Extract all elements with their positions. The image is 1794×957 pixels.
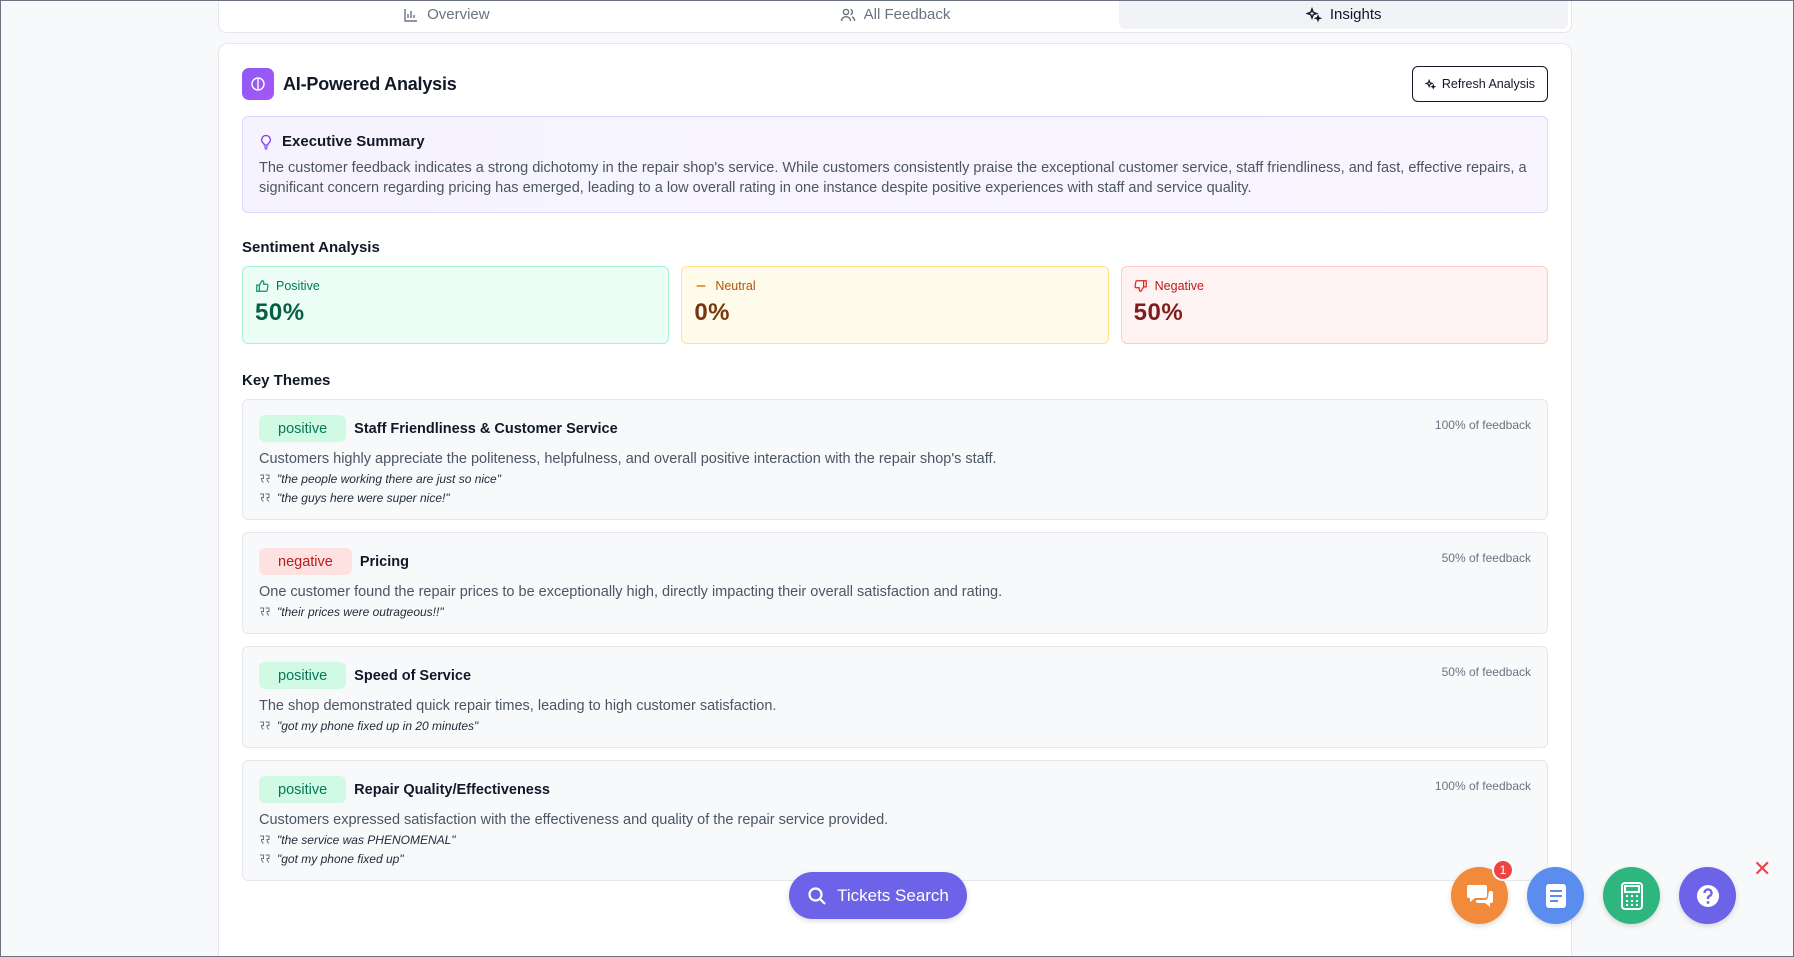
sentiment-neutral-card: Neutral 0%: [681, 266, 1109, 344]
notification-badge: 1: [1492, 859, 1514, 881]
help-button[interactable]: [1679, 867, 1736, 924]
sentiment-pill: positive: [259, 662, 347, 689]
sparkles-icon: [1424, 78, 1436, 90]
theme-percentage: 50% of feedback: [1441, 665, 1531, 679]
theme-name: Staff Friendliness & Customer Service: [354, 420, 618, 437]
thumbs-up-icon: [256, 280, 269, 292]
close-icon[interactable]: ✕: [1753, 858, 1771, 880]
sentiment-row: Positive 50% Neutral 0% Negative 50%: [242, 266, 1548, 344]
lightbulb-icon: [261, 134, 271, 149]
theme-percentage: 100% of feedback: [1434, 779, 1531, 793]
sentiment-negative-label: Negative: [1154, 279, 1204, 293]
sentiment-pill: negative: [259, 548, 352, 575]
sentiment-positive-card: Positive 50%: [242, 266, 670, 344]
sparkles-icon: [1305, 6, 1322, 22]
theme-quote: "their prices were outrageous!!": [259, 605, 1531, 619]
theme-quote: "the service was PHENOMENAL": [259, 833, 1531, 847]
theme-item: positive Repair Quality/Effectiveness 10…: [242, 760, 1548, 881]
analysis-header: AI-Powered Analysis Refresh Analysis: [242, 66, 1548, 102]
chat-button[interactable]: 1: [1451, 859, 1514, 924]
theme-name: Speed of Service: [354, 667, 472, 684]
quote-text: "the guys here were super nice!": [277, 491, 450, 505]
sentiment-neutral-label: Neutral: [715, 279, 756, 293]
quote-text: "their prices were outrageous!!": [277, 605, 444, 619]
quote-text: "the service was PHENOMENAL": [277, 833, 456, 847]
tab-all-feedback[interactable]: All Feedback: [671, 0, 1120, 29]
theme-quote: "the people working there are just so ni…: [259, 472, 1531, 486]
analysis-title: AI-Powered Analysis: [283, 73, 457, 94]
sentiment-pill: positive: [259, 415, 347, 442]
tab-label: Overview: [427, 6, 490, 23]
search-icon: [808, 886, 826, 905]
theme-quote: "got my phone fixed up": [259, 852, 1531, 866]
theme-quote: "got my phone fixed up in 20 minutes": [259, 719, 1531, 733]
sentiment-positive-label: Positive: [276, 279, 320, 293]
help-icon: [1696, 884, 1719, 907]
quote-icon: [260, 854, 270, 863]
tickets-search-label: Tickets Search: [837, 885, 949, 905]
analysis-card: AI-Powered Analysis Refresh Analysis Exe…: [218, 43, 1572, 957]
sentiment-neutral-value: 0%: [694, 299, 731, 326]
theme-description: Customers highly appreciate the politene…: [259, 451, 997, 467]
quote-icon: [260, 835, 270, 844]
main-container: Overview All Feedback Insights AI-Powere…: [218, 0, 1572, 957]
tab-label: Insights: [1329, 6, 1382, 23]
theme-description: The shop demonstrated quick repair times…: [259, 698, 777, 714]
executive-summary-title: Executive Summary: [282, 133, 425, 150]
calculator-button[interactable]: [1603, 867, 1660, 924]
tickets-search-button[interactable]: Tickets Search: [789, 872, 967, 919]
chat-icon: [1466, 884, 1493, 907]
theme-description: Customers expressed satisfaction with th…: [259, 812, 889, 828]
notes-button[interactable]: [1527, 867, 1584, 924]
tab-insights[interactable]: Insights: [1119, 0, 1569, 29]
sentiment-positive-value: 50%: [255, 299, 305, 326]
executive-summary: Executive Summary The customer feedback …: [242, 116, 1548, 213]
sentiment-pill: positive: [259, 776, 347, 803]
theme-quote: "the guys here were super nice!": [259, 491, 1531, 505]
theme-item: negative Pricing 50% of feedback One cus…: [242, 532, 1548, 634]
quote-text: "got my phone fixed up in 20 minutes": [277, 719, 479, 733]
quote-icon: [260, 607, 270, 616]
sentiment-negative-card: Negative 50%: [1120, 266, 1548, 344]
quote-icon: [260, 721, 270, 730]
theme-item: positive Staff Friendliness & Customer S…: [242, 399, 1548, 520]
tab-bar: Overview All Feedback Insights: [218, 0, 1572, 33]
key-themes-title: Key Themes: [242, 372, 331, 389]
quote-icon: [260, 474, 270, 483]
tab-overview[interactable]: Overview: [222, 0, 671, 29]
quote-text: "got my phone fixed up": [277, 852, 404, 866]
users-icon: [840, 8, 855, 21]
sentiment-title: Sentiment Analysis: [242, 239, 380, 256]
sentiment-negative-value: 50%: [1133, 299, 1184, 326]
quote-text: "the people working there are just so ni…: [277, 472, 501, 486]
theme-name: Repair Quality/Effectiveness: [354, 781, 550, 798]
bar-chart-icon: [404, 8, 418, 22]
executive-summary-text: The customer feedback indicates a strong…: [259, 160, 1527, 196]
theme-percentage: 50% of feedback: [1441, 551, 1531, 565]
theme-description: One customer found the repair prices to …: [259, 584, 1003, 600]
brain-icon: [242, 68, 274, 100]
quote-icon: [260, 493, 270, 502]
thumbs-down-icon: [1134, 280, 1147, 292]
themes-list: positive Staff Friendliness & Customer S…: [242, 399, 1548, 881]
refresh-analysis-button[interactable]: Refresh Analysis: [1411, 66, 1548, 102]
refresh-label: Refresh Analysis: [1441, 77, 1535, 91]
document-icon: [1545, 883, 1566, 908]
theme-item: positive Speed of Service 50% of feedbac…: [242, 646, 1548, 748]
theme-name: Pricing: [359, 553, 409, 570]
theme-percentage: 100% of feedback: [1434, 418, 1531, 432]
tab-label: All Feedback: [863, 6, 951, 23]
minus-icon: [696, 285, 706, 287]
calculator-icon: [1620, 881, 1643, 910]
